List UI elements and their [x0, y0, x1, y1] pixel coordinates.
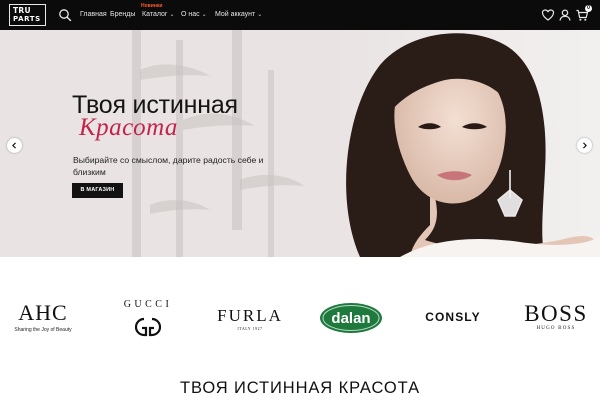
logo-line-1: TRU	[13, 6, 31, 15]
cart-count-badge: 0	[585, 5, 592, 12]
brand-logo-ahc[interactable]: AHC Sharing the Joy of Beauty	[10, 299, 76, 335]
nav-item-catalog[interactable]: Каталог ⌄	[142, 11, 174, 19]
chevron-down-icon: ⌄	[201, 12, 207, 18]
brand-name: AHC	[18, 299, 68, 325]
chevron-down-icon: ⌄	[257, 12, 263, 18]
nav-label: Мой аккаунт	[215, 11, 256, 18]
top-header: TRU PARTS Главная Бренды Новинки Каталог…	[0, 0, 600, 30]
hero-script-title: Красота	[79, 114, 178, 141]
nav-label: Главная	[80, 11, 107, 18]
nav-label: О нас	[181, 11, 200, 18]
brand-name: FURLA	[217, 306, 283, 325]
nav-item-about[interactable]: О нас ⌄	[181, 11, 207, 19]
brand-tagline: ITALY 1927	[237, 326, 263, 331]
nav-item-home[interactable]: Главная	[80, 11, 107, 19]
brand-name: BOSS	[524, 301, 588, 326]
carousel-prev-button[interactable]	[7, 138, 22, 153]
brand-logos-strip: AHC Sharing the Joy of Beauty GUCCI FURL…	[0, 257, 600, 375]
nav-item-account[interactable]: Мой аккаунт ⌄	[215, 11, 262, 19]
hero-background-art	[132, 30, 600, 257]
hero-subtitle: Выбирайте со смыслом, дарите радость себ…	[73, 155, 264, 177]
user-icon[interactable]	[558, 8, 572, 22]
new-badge: Новинки	[141, 3, 163, 9]
gucci-gg-emblem-icon	[134, 317, 162, 337]
nav-item-brands[interactable]: Бренды	[110, 11, 135, 19]
search-icon[interactable]	[58, 8, 72, 22]
hero-banner: Твоя истинная Красота Выбирайте со смысл…	[0, 30, 600, 257]
chevron-left-icon	[12, 142, 16, 149]
dalan-logo-shape: dalan	[320, 303, 382, 333]
brand-tagline: Sharing the Joy of Beauty	[14, 326, 72, 333]
brand-name: dalan	[331, 310, 370, 327]
brand-name: GUCCI	[123, 299, 173, 310]
section-title: ТВОЯ ИСТИННАЯ КРАСОТА	[180, 379, 420, 397]
site-logo[interactable]: TRU PARTS	[9, 4, 46, 26]
nav-label: Каталог	[142, 11, 168, 18]
carousel-next-button[interactable]	[577, 138, 592, 153]
brand-logo-consly[interactable]: CONSLY	[421, 309, 485, 325]
heart-icon[interactable]	[541, 8, 555, 22]
brand-name: CONSLY	[425, 310, 481, 324]
shop-button[interactable]: В МАГАЗИН	[72, 183, 123, 198]
logo-line-2: PARTS	[13, 15, 41, 23]
chevron-right-icon	[583, 142, 587, 149]
chevron-down-icon: ⌄	[169, 12, 175, 18]
brand-logo-dalan[interactable]: dalan	[318, 300, 384, 334]
brand-logo-furla[interactable]: FURLA ITALY 1927	[212, 304, 288, 334]
brand-logo-gucci[interactable]: GUCCI	[118, 297, 178, 341]
brand-tagline: HUGO BOSS	[536, 326, 576, 331]
brand-logo-boss[interactable]: BOSS HUGO BOSS	[520, 301, 592, 333]
nav-label: Бренды	[110, 11, 136, 18]
